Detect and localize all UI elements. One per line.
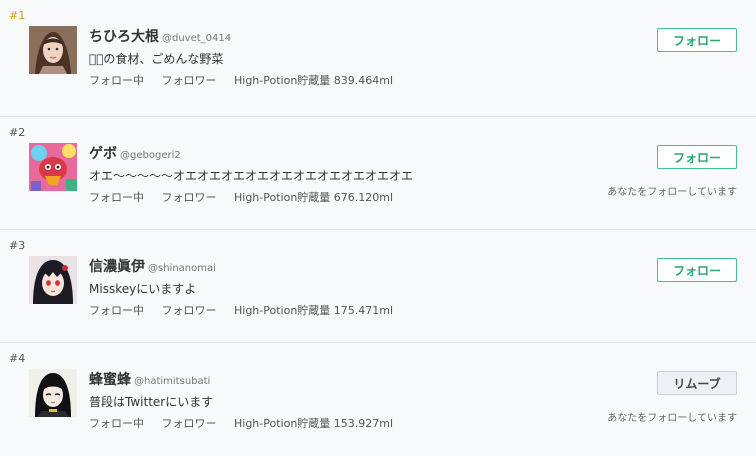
user-bio: 普段はTwitterにいます [89,395,214,409]
user-name-line[interactable]: ゲボ @gebogeri2 [89,143,181,163]
rank-label: #1 [9,9,26,22]
user-bio: Misskeyにいますよ [89,282,197,296]
rank-label: #3 [9,239,26,252]
user-stats: フォロー中 フォロワー High-Potion貯蔵量 175.471ml [89,302,407,318]
follow-button[interactable]: フォロー [657,145,737,169]
ranking-entry: #2 ゲボ @gebogeri2 オエ〜〜〜〜〜オエオエオエオエオエオエオエオエオ… [0,116,756,230]
avatar[interactable] [29,256,77,304]
following-label[interactable]: フォロー中 [89,191,144,204]
user-name-line[interactable]: ちひろ大根 @duvet_0414 [89,26,231,46]
rank-label: #2 [9,126,26,139]
rank-label: #4 [9,352,26,365]
user-stats: フォロー中 フォロワー High-Potion貯蔵量 676.120ml [89,189,407,205]
user-name-line[interactable]: 信濃眞伊 @shinanomai [89,256,216,276]
ranking-entry: #4 蜂蜜蜂 @hatimitsubati 普段はTwitterにいます フォロー… [0,342,756,456]
following-label[interactable]: フォロー中 [89,304,144,317]
user-handle[interactable]: @gebogeri2 [120,150,181,161]
ranking-entry: #1 ちひろ大根 @duvet_0414 𫟪罪の食材、ごめんな野菜 フォロー中 フ… [0,0,756,113]
avatar[interactable] [29,369,77,417]
user-handle[interactable]: @hatimitsubati [134,376,210,387]
user-stats: フォロー中 フォロワー High-Potion貯蔵量 839.464ml [89,72,407,88]
remove-button[interactable]: リムーブ [657,371,737,395]
user-stats: フォロー中 フォロワー High-Potion貯蔵量 153.927ml [89,415,407,431]
following-label[interactable]: フォロー中 [89,417,144,430]
display-name[interactable]: ゲボ [89,146,117,162]
potion-amount: High-Potion貯蔵量 839.464ml [234,74,394,87]
user-handle[interactable]: @shinanomai [148,263,216,274]
potion-amount: High-Potion貯蔵量 676.120ml [234,191,394,204]
ranking-entry: #3 信濃眞伊 @shinanomai Misskeyにいますよ フォロー中 フォ… [0,229,756,343]
potion-amount: High-Potion貯蔵量 153.927ml [234,417,394,430]
following-label[interactable]: フォロー中 [89,74,144,87]
followers-label[interactable]: フォロワー [162,417,217,430]
user-name-line[interactable]: 蜂蜜蜂 @hatimitsubati [89,369,210,389]
followers-label[interactable]: フォロワー [162,74,217,87]
user-bio: オエ〜〜〜〜〜オエオエオエオエオエオエオエオエオエオエ [89,169,414,183]
follows-you-label: あなたをフォローしています [607,413,737,424]
follow-button[interactable]: フォロー [657,258,737,282]
potion-amount: High-Potion貯蔵量 175.471ml [234,304,394,317]
avatar[interactable] [29,143,77,191]
display-name[interactable]: ちひろ大根 [89,29,159,45]
avatar[interactable] [29,26,77,74]
follows-you-label: あなたをフォローしています [607,187,737,198]
display-name[interactable]: 信濃眞伊 [89,259,145,275]
user-bio: 𫟪罪の食材、ごめんな野菜 [89,52,224,66]
followers-label[interactable]: フォロワー [162,304,217,317]
followers-label[interactable]: フォロワー [162,191,217,204]
display-name[interactable]: 蜂蜜蜂 [89,372,131,388]
follow-button[interactable]: フォロー [657,28,737,52]
user-handle[interactable]: @duvet_0414 [162,33,231,44]
